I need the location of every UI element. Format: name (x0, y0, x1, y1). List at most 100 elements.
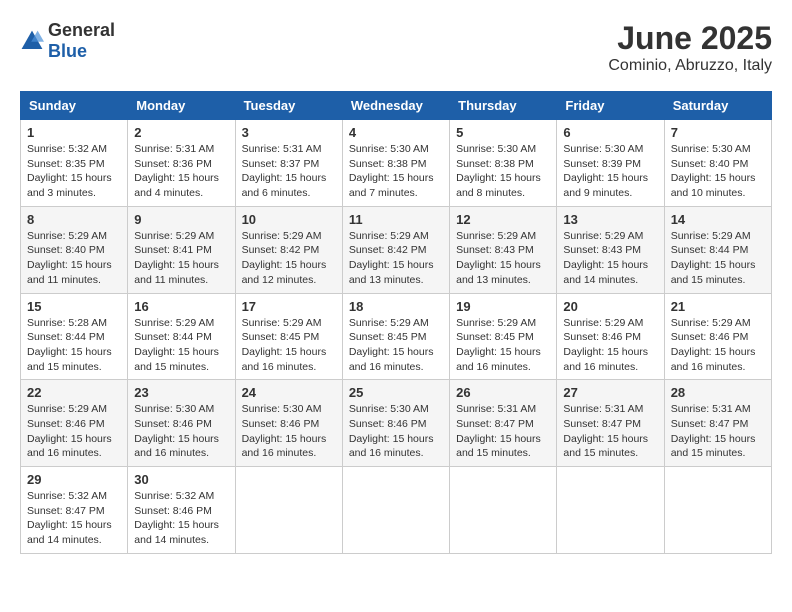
cell-details: Sunrise: 5:28 AMSunset: 8:44 PMDaylight:… (27, 316, 121, 375)
cell-content: 23 Sunrise: 5:30 AMSunset: 8:46 PMDaylig… (134, 385, 228, 461)
cell-details: Sunrise: 5:30 AMSunset: 8:38 PMDaylight:… (349, 142, 443, 201)
calendar-cell: 4 Sunrise: 5:30 AMSunset: 8:38 PMDayligh… (342, 120, 449, 207)
calendar-cell: 28 Sunrise: 5:31 AMSunset: 8:47 PMDaylig… (664, 380, 771, 467)
calendar-cell: 16 Sunrise: 5:29 AMSunset: 8:44 PMDaylig… (128, 293, 235, 380)
cell-details: Sunrise: 5:30 AMSunset: 8:46 PMDaylight:… (349, 402, 443, 461)
cell-content: 1 Sunrise: 5:32 AMSunset: 8:35 PMDayligh… (27, 125, 121, 201)
day-number: 20 (563, 299, 657, 314)
calendar-week-row: 29 Sunrise: 5:32 AMSunset: 8:47 PMDaylig… (21, 467, 772, 554)
calendar-cell: 10 Sunrise: 5:29 AMSunset: 8:42 PMDaylig… (235, 206, 342, 293)
logo-text: General Blue (48, 20, 115, 62)
cell-details: Sunrise: 5:30 AMSunset: 8:46 PMDaylight:… (134, 402, 228, 461)
cell-details: Sunrise: 5:29 AMSunset: 8:40 PMDaylight:… (27, 229, 121, 288)
calendar-cell: 29 Sunrise: 5:32 AMSunset: 8:47 PMDaylig… (21, 467, 128, 554)
day-number: 29 (27, 472, 121, 487)
cell-content: 30 Sunrise: 5:32 AMSunset: 8:46 PMDaylig… (134, 472, 228, 548)
calendar-cell (664, 467, 771, 554)
calendar-cell: 17 Sunrise: 5:29 AMSunset: 8:45 PMDaylig… (235, 293, 342, 380)
day-number: 23 (134, 385, 228, 400)
column-header-thursday: Thursday (450, 92, 557, 120)
cell-details: Sunrise: 5:29 AMSunset: 8:45 PMDaylight:… (349, 316, 443, 375)
day-number: 17 (242, 299, 336, 314)
calendar-cell: 2 Sunrise: 5:31 AMSunset: 8:36 PMDayligh… (128, 120, 235, 207)
cell-details: Sunrise: 5:31 AMSunset: 8:47 PMDaylight:… (563, 402, 657, 461)
cell-details: Sunrise: 5:29 AMSunset: 8:46 PMDaylight:… (27, 402, 121, 461)
calendar-cell: 15 Sunrise: 5:28 AMSunset: 8:44 PMDaylig… (21, 293, 128, 380)
calendar-week-row: 22 Sunrise: 5:29 AMSunset: 8:46 PMDaylig… (21, 380, 772, 467)
cell-details: Sunrise: 5:29 AMSunset: 8:41 PMDaylight:… (134, 229, 228, 288)
cell-details: Sunrise: 5:30 AMSunset: 8:39 PMDaylight:… (563, 142, 657, 201)
cell-content: 11 Sunrise: 5:29 AMSunset: 8:42 PMDaylig… (349, 212, 443, 288)
title-block: June 2025 Cominio, Abruzzo, Italy (608, 20, 772, 75)
cell-details: Sunrise: 5:29 AMSunset: 8:45 PMDaylight:… (456, 316, 550, 375)
calendar-header-row: SundayMondayTuesdayWednesdayThursdayFrid… (21, 92, 772, 120)
calendar-cell: 7 Sunrise: 5:30 AMSunset: 8:40 PMDayligh… (664, 120, 771, 207)
calendar-cell: 5 Sunrise: 5:30 AMSunset: 8:38 PMDayligh… (450, 120, 557, 207)
calendar-week-row: 1 Sunrise: 5:32 AMSunset: 8:35 PMDayligh… (21, 120, 772, 207)
cell-content: 8 Sunrise: 5:29 AMSunset: 8:40 PMDayligh… (27, 212, 121, 288)
day-number: 13 (563, 212, 657, 227)
day-number: 3 (242, 125, 336, 140)
page-header: General Blue June 2025 Cominio, Abruzzo,… (20, 20, 772, 75)
calendar-cell (235, 467, 342, 554)
day-number: 9 (134, 212, 228, 227)
cell-details: Sunrise: 5:29 AMSunset: 8:42 PMDaylight:… (349, 229, 443, 288)
day-number: 7 (671, 125, 765, 140)
day-number: 26 (456, 385, 550, 400)
calendar-cell: 11 Sunrise: 5:29 AMSunset: 8:42 PMDaylig… (342, 206, 449, 293)
day-number: 22 (27, 385, 121, 400)
cell-content: 2 Sunrise: 5:31 AMSunset: 8:36 PMDayligh… (134, 125, 228, 201)
day-number: 16 (134, 299, 228, 314)
day-number: 10 (242, 212, 336, 227)
calendar-cell: 20 Sunrise: 5:29 AMSunset: 8:46 PMDaylig… (557, 293, 664, 380)
cell-details: Sunrise: 5:32 AMSunset: 8:47 PMDaylight:… (27, 489, 121, 548)
calendar-cell: 25 Sunrise: 5:30 AMSunset: 8:46 PMDaylig… (342, 380, 449, 467)
logo-icon (20, 29, 44, 53)
cell-content: 22 Sunrise: 5:29 AMSunset: 8:46 PMDaylig… (27, 385, 121, 461)
cell-content: 16 Sunrise: 5:29 AMSunset: 8:44 PMDaylig… (134, 299, 228, 375)
cell-content: 26 Sunrise: 5:31 AMSunset: 8:47 PMDaylig… (456, 385, 550, 461)
cell-content: 14 Sunrise: 5:29 AMSunset: 8:44 PMDaylig… (671, 212, 765, 288)
cell-details: Sunrise: 5:31 AMSunset: 8:37 PMDaylight:… (242, 142, 336, 201)
cell-content: 19 Sunrise: 5:29 AMSunset: 8:45 PMDaylig… (456, 299, 550, 375)
day-number: 11 (349, 212, 443, 227)
cell-details: Sunrise: 5:30 AMSunset: 8:38 PMDaylight:… (456, 142, 550, 201)
cell-details: Sunrise: 5:29 AMSunset: 8:46 PMDaylight:… (671, 316, 765, 375)
cell-content: 15 Sunrise: 5:28 AMSunset: 8:44 PMDaylig… (27, 299, 121, 375)
logo-blue: Blue (48, 41, 87, 61)
cell-content: 25 Sunrise: 5:30 AMSunset: 8:46 PMDaylig… (349, 385, 443, 461)
logo: General Blue (20, 20, 115, 62)
location-title: Cominio, Abruzzo, Italy (608, 57, 772, 75)
calendar-cell: 6 Sunrise: 5:30 AMSunset: 8:39 PMDayligh… (557, 120, 664, 207)
calendar-cell: 27 Sunrise: 5:31 AMSunset: 8:47 PMDaylig… (557, 380, 664, 467)
day-number: 18 (349, 299, 443, 314)
calendar-cell: 12 Sunrise: 5:29 AMSunset: 8:43 PMDaylig… (450, 206, 557, 293)
day-number: 8 (27, 212, 121, 227)
cell-details: Sunrise: 5:29 AMSunset: 8:45 PMDaylight:… (242, 316, 336, 375)
calendar-table: SundayMondayTuesdayWednesdayThursdayFrid… (20, 91, 772, 554)
calendar-cell: 8 Sunrise: 5:29 AMSunset: 8:40 PMDayligh… (21, 206, 128, 293)
calendar-cell: 1 Sunrise: 5:32 AMSunset: 8:35 PMDayligh… (21, 120, 128, 207)
day-number: 21 (671, 299, 765, 314)
day-number: 14 (671, 212, 765, 227)
cell-content: 6 Sunrise: 5:30 AMSunset: 8:39 PMDayligh… (563, 125, 657, 201)
calendar-cell: 26 Sunrise: 5:31 AMSunset: 8:47 PMDaylig… (450, 380, 557, 467)
cell-details: Sunrise: 5:29 AMSunset: 8:43 PMDaylight:… (563, 229, 657, 288)
cell-content: 3 Sunrise: 5:31 AMSunset: 8:37 PMDayligh… (242, 125, 336, 201)
cell-details: Sunrise: 5:29 AMSunset: 8:42 PMDaylight:… (242, 229, 336, 288)
calendar-cell: 24 Sunrise: 5:30 AMSunset: 8:46 PMDaylig… (235, 380, 342, 467)
calendar-cell: 21 Sunrise: 5:29 AMSunset: 8:46 PMDaylig… (664, 293, 771, 380)
calendar-cell: 18 Sunrise: 5:29 AMSunset: 8:45 PMDaylig… (342, 293, 449, 380)
day-number: 4 (349, 125, 443, 140)
cell-content: 21 Sunrise: 5:29 AMSunset: 8:46 PMDaylig… (671, 299, 765, 375)
cell-content: 12 Sunrise: 5:29 AMSunset: 8:43 PMDaylig… (456, 212, 550, 288)
calendar-cell (342, 467, 449, 554)
calendar-cell (450, 467, 557, 554)
calendar-cell (557, 467, 664, 554)
cell-content: 7 Sunrise: 5:30 AMSunset: 8:40 PMDayligh… (671, 125, 765, 201)
cell-content: 4 Sunrise: 5:30 AMSunset: 8:38 PMDayligh… (349, 125, 443, 201)
column-header-monday: Monday (128, 92, 235, 120)
column-header-friday: Friday (557, 92, 664, 120)
calendar-week-row: 8 Sunrise: 5:29 AMSunset: 8:40 PMDayligh… (21, 206, 772, 293)
calendar-week-row: 15 Sunrise: 5:28 AMSunset: 8:44 PMDaylig… (21, 293, 772, 380)
